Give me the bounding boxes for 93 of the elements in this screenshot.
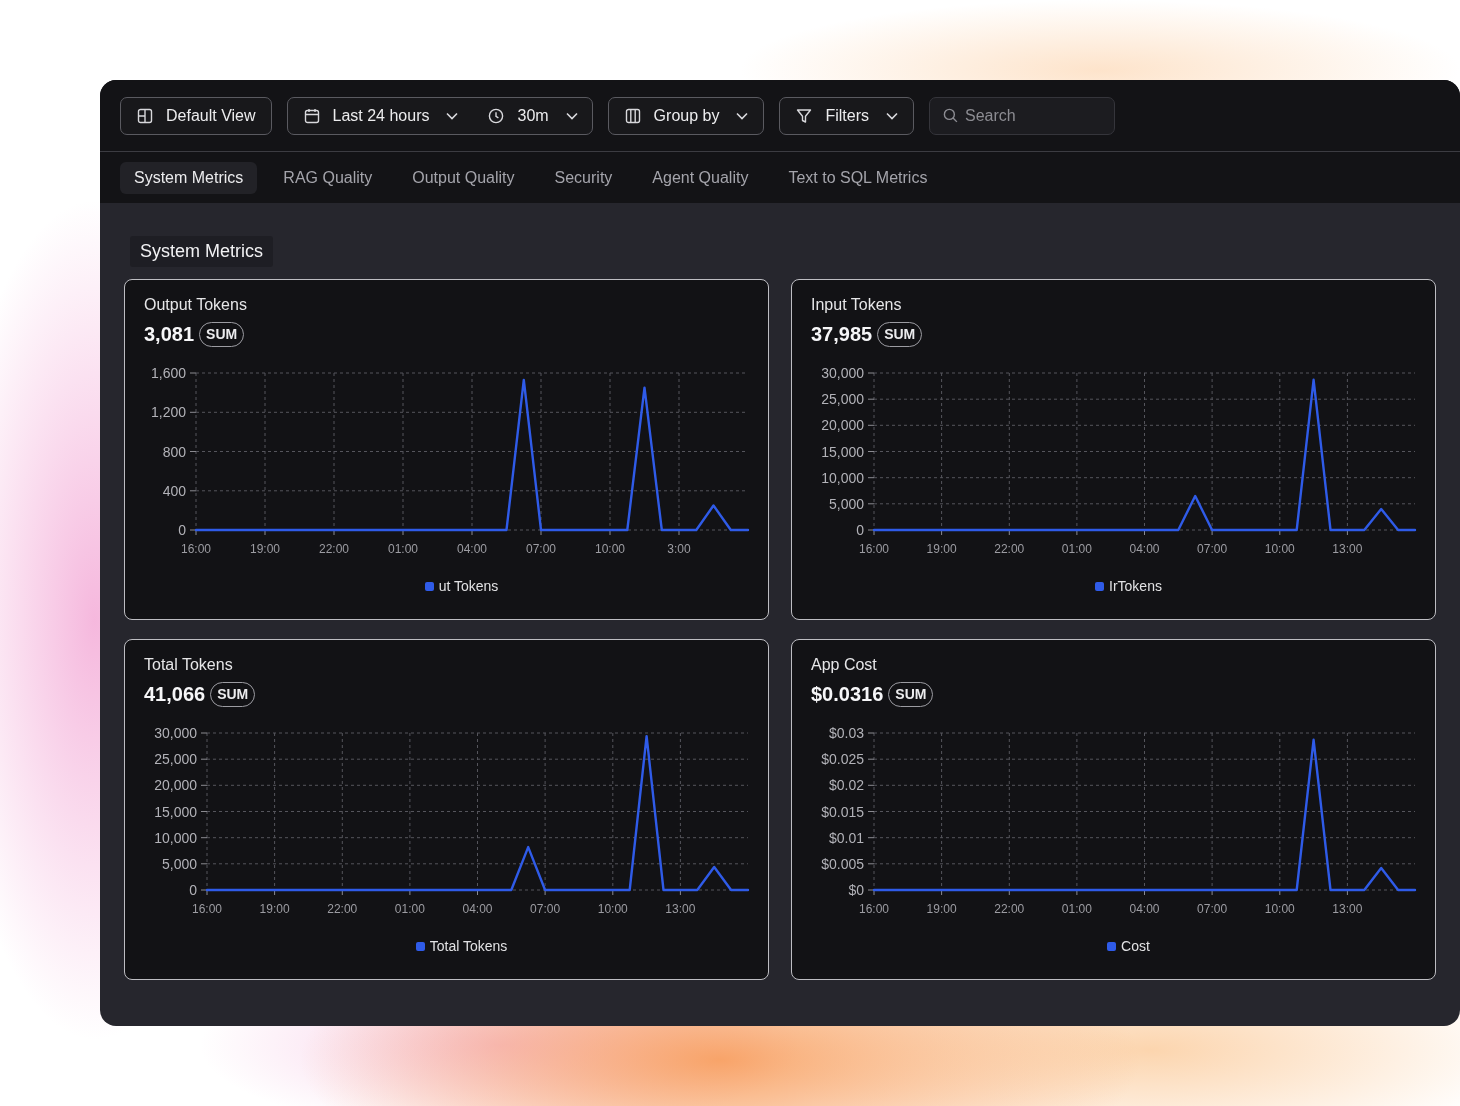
x-axis-label: 10:00 xyxy=(597,902,628,916)
x-axis-label: 10:00 xyxy=(1264,542,1295,556)
clock-icon xyxy=(488,107,505,124)
card-title: Total Tokens xyxy=(144,655,234,675)
default-view-button[interactable]: Default View xyxy=(120,96,272,135)
y-axis-label: 5,000 xyxy=(828,495,864,512)
x-axis-label: 16:00 xyxy=(181,542,211,556)
x-axis-label: 10:00 xyxy=(595,542,625,556)
x-axis-label: 07:00 xyxy=(1197,902,1228,916)
x-axis-label: 22:00 xyxy=(994,542,1025,556)
y-axis-label: 1,600 xyxy=(150,365,186,381)
chevron-down-icon xyxy=(886,111,898,120)
x-axis-label: 22:00 xyxy=(994,902,1025,916)
x-axis-label: 13:00 xyxy=(665,902,696,916)
group-by-button[interactable]: Group by xyxy=(607,96,765,135)
y-axis-label: 1,200 xyxy=(150,404,186,421)
y-axis-label: 25,000 xyxy=(154,751,197,768)
y-axis-label: 20,000 xyxy=(154,777,197,794)
metric-value: $0.0316 xyxy=(811,682,884,706)
y-axis-label: $0.005 xyxy=(821,855,864,872)
x-axis-label: 07:00 xyxy=(530,902,561,916)
x-axis-label: 04:00 xyxy=(1129,902,1160,916)
y-axis-label: $0.01 xyxy=(828,829,864,846)
tab[interactable]: System Metrics xyxy=(120,161,258,194)
y-axis-label: $0.025 xyxy=(821,751,864,768)
tab[interactable]: Output Quality xyxy=(398,161,529,194)
x-axis-label: 10:00 xyxy=(1264,902,1295,916)
y-axis-label: 0 xyxy=(178,522,186,538)
x-axis-label: 13:00 xyxy=(1332,902,1363,916)
x-axis-label: 04:00 xyxy=(1129,542,1160,556)
metric-value: 41,066 xyxy=(144,682,206,706)
legend-label: Total Tokens xyxy=(429,938,508,954)
y-axis-label: 0 xyxy=(856,522,864,538)
x-axis-label: 22:00 xyxy=(327,902,358,916)
x-axis-label: 01:00 xyxy=(1061,542,1092,556)
tab[interactable]: Security xyxy=(540,161,627,194)
search-icon xyxy=(943,107,958,123)
x-axis-label: 3:00 xyxy=(667,542,691,556)
x-axis-label: 19:00 xyxy=(926,542,957,556)
x-axis-label: 01:00 xyxy=(388,542,418,556)
interval-button[interactable]: 30m xyxy=(472,97,592,134)
y-axis-label: 5,000 xyxy=(161,855,197,872)
y-axis-label: 15,000 xyxy=(821,443,864,460)
y-axis-label: $0.02 xyxy=(828,777,864,794)
y-axis-label: $0.03 xyxy=(828,725,864,741)
section-title: System Metrics xyxy=(130,236,273,267)
y-axis-label: 30,000 xyxy=(154,725,197,741)
x-axis-label: 07:00 xyxy=(1197,542,1228,556)
x-axis-label: 22:00 xyxy=(319,542,349,556)
x-axis-label: 19:00 xyxy=(259,902,290,916)
legend-label: Cost xyxy=(1121,938,1150,954)
y-axis-label: 15,000 xyxy=(154,803,197,820)
x-axis-label: 16:00 xyxy=(192,902,222,916)
y-axis-label: 0 xyxy=(189,882,197,898)
x-axis-label: 01:00 xyxy=(1061,902,1092,916)
search-field[interactable]: Search xyxy=(929,96,1115,135)
y-axis-label: $0.015 xyxy=(821,803,864,820)
metric-value: 37,985 xyxy=(811,322,873,346)
calendar-icon xyxy=(303,107,320,124)
tab[interactable]: Text to SQL Metrics xyxy=(774,161,942,194)
legend-label: ut Tokens xyxy=(438,578,499,594)
tab[interactable]: Agent Quality xyxy=(638,161,763,194)
x-axis-label: 16:00 xyxy=(859,902,889,916)
y-axis-label: 400 xyxy=(162,482,186,499)
filters-button[interactable]: Filters xyxy=(779,96,914,135)
chevron-down-icon xyxy=(736,111,749,120)
card-title: Input Tokens xyxy=(811,295,903,315)
x-axis-label: 07:00 xyxy=(526,542,556,556)
layout-icon xyxy=(137,107,153,124)
chevron-down-icon xyxy=(565,111,578,120)
y-axis-label: 800 xyxy=(162,443,186,460)
y-axis-label: 10,000 xyxy=(154,829,197,846)
y-axis-label: 25,000 xyxy=(821,391,864,408)
x-axis-label: 19:00 xyxy=(926,902,957,916)
card-title: Output Tokens xyxy=(144,295,248,315)
x-axis-label: 13:00 xyxy=(1332,542,1363,556)
x-axis-label: 16:00 xyxy=(859,542,889,556)
y-axis-label: $0 xyxy=(848,882,864,898)
filter-icon xyxy=(796,107,813,124)
date-range-button[interactable]: Last 24 hours xyxy=(287,97,473,134)
legend-label: IrTokens xyxy=(1109,578,1162,594)
x-axis-label: 04:00 xyxy=(462,902,493,916)
tab[interactable]: RAG Quality xyxy=(269,161,387,194)
x-axis-label: 04:00 xyxy=(457,542,487,556)
x-axis-label: 01:00 xyxy=(394,902,425,916)
metric-value: 3,081 xyxy=(144,322,195,346)
y-axis-label: 30,000 xyxy=(821,365,864,381)
chevron-down-icon xyxy=(446,111,459,120)
columns-icon xyxy=(624,107,641,124)
card-title: App Cost xyxy=(811,655,878,675)
x-axis-label: 19:00 xyxy=(250,542,280,556)
y-axis-label: 10,000 xyxy=(821,469,864,486)
y-axis-label: 20,000 xyxy=(821,417,864,434)
